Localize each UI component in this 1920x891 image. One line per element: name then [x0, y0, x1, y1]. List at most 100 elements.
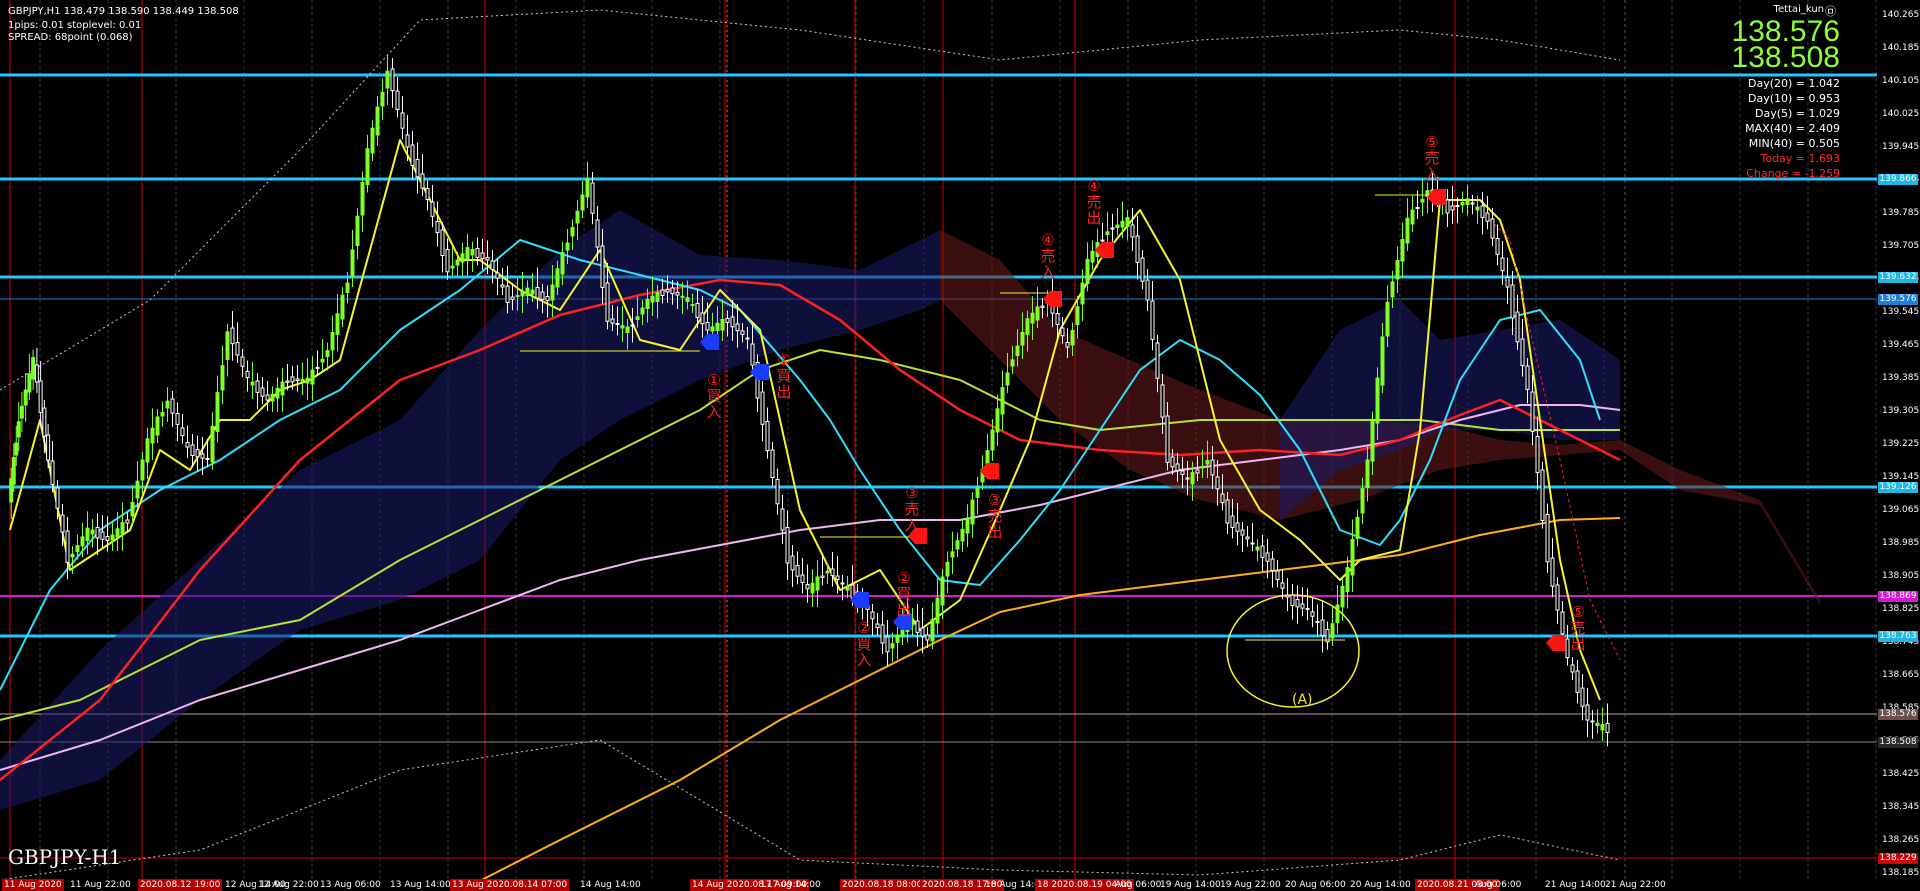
- time-tick: 11 Aug 22:00: [70, 880, 131, 890]
- price-tick: 140.265: [1882, 10, 1920, 20]
- time-tick: Aug 06:00: [1475, 880, 1522, 890]
- candle-body: [1015, 345, 1020, 357]
- candle-body: [370, 127, 375, 154]
- candle-body: [765, 421, 770, 452]
- candle-body: [650, 295, 655, 303]
- candle-body: [1505, 277, 1510, 288]
- candle-body: [1380, 336, 1385, 386]
- price-level-tag: 138.763: [1878, 631, 1918, 642]
- candle-body: [1350, 539, 1355, 576]
- candle-body: [455, 259, 460, 266]
- candle-body: [1355, 516, 1360, 540]
- candle-body: [95, 527, 100, 539]
- trade-marker-label: ④売出: [1086, 177, 1102, 227]
- candle-body: [1150, 300, 1155, 340]
- candle-body: [895, 634, 900, 643]
- stat-line: MIN(40) = 0.505: [1748, 137, 1840, 150]
- candle-body: [400, 112, 405, 129]
- price-tick: 138.345: [1882, 802, 1920, 812]
- chart-canvas[interactable]: [0, 0, 1877, 879]
- candle-body: [1385, 301, 1390, 337]
- candle-body: [720, 319, 725, 331]
- candle-body: [300, 378, 305, 382]
- trade-marker-label: ②買入: [856, 619, 872, 669]
- candle-body: [1500, 257, 1505, 272]
- candle-body: [1090, 250, 1095, 263]
- candle-body: [1190, 472, 1195, 485]
- candle-body: [975, 487, 980, 498]
- candle-body: [440, 229, 445, 256]
- candle-body: [190, 444, 195, 456]
- candle-body: [1220, 493, 1225, 504]
- price-tick: 139.705: [1882, 241, 1920, 251]
- price-tick: 138.265: [1882, 835, 1920, 845]
- candle-body: [265, 394, 270, 401]
- candle-body: [1600, 724, 1605, 731]
- candle-body: [1450, 205, 1455, 211]
- time-tick: 19 Aug 14:00: [1160, 880, 1221, 890]
- candle-body: [31, 357, 36, 380]
- time-tick: 17 Aug 14:00: [760, 880, 821, 890]
- candle-body: [1405, 217, 1410, 244]
- candle-body: [1230, 515, 1235, 528]
- stat-line: Today = 1.693: [1760, 152, 1840, 165]
- candle-body: [740, 330, 745, 335]
- candle-body: [1240, 529, 1245, 536]
- candle-body: [830, 568, 835, 577]
- candle-body: [435, 221, 440, 234]
- candle-body: [1040, 305, 1045, 308]
- candle-body: [11, 457, 16, 485]
- candle-body: [145, 438, 150, 463]
- candle-body: [1000, 387, 1005, 415]
- candle-body: [65, 530, 70, 563]
- candle-body: [660, 289, 665, 296]
- candle-body: [1555, 584, 1560, 611]
- candle-body: [1485, 212, 1490, 222]
- candle-body: [495, 272, 500, 279]
- candle-body: [1160, 384, 1165, 418]
- price-tick: 138.905: [1882, 571, 1920, 581]
- candle-body: [915, 620, 920, 633]
- candle-body: [420, 173, 425, 189]
- author-name: Tettai_kun: [1773, 4, 1824, 15]
- candle-body: [520, 291, 525, 297]
- candle-body: [1110, 227, 1115, 230]
- candle-body: [1320, 619, 1325, 636]
- candle-body: [1115, 224, 1120, 228]
- candle-body: [795, 565, 800, 577]
- candle-body: [235, 342, 240, 356]
- candle-body: [345, 282, 350, 293]
- candle-body: [140, 459, 145, 481]
- candle-body: [750, 343, 755, 366]
- trade-marker-sell: [1427, 189, 1446, 205]
- candle-body: [280, 381, 285, 396]
- time-axis[interactable]: 11 Aug 2020 11 Aug 22:00 2020.08.12 19:00 1…: [0, 879, 1920, 891]
- candle-body: [1570, 664, 1575, 673]
- candle-body: [260, 387, 265, 397]
- candle-body: [335, 313, 340, 335]
- candle-body: [180, 427, 185, 437]
- candle-body: [1390, 281, 1395, 298]
- candle-body: [945, 561, 950, 577]
- candle-body: [305, 377, 310, 384]
- price-tick: 139.225: [1882, 439, 1920, 449]
- candle-body: [500, 284, 505, 288]
- price-chart[interactable]: [0, 0, 1877, 879]
- candle-body: [1125, 217, 1130, 228]
- candle-body: [845, 586, 850, 591]
- candle-body: [1215, 476, 1220, 490]
- candle-body: [255, 380, 260, 393]
- candle-body: [1250, 542, 1255, 545]
- candle-body: [545, 296, 550, 302]
- candle-body: [210, 425, 215, 463]
- candle-body: [585, 178, 590, 198]
- candle-body: [955, 540, 960, 550]
- candle-body: [75, 545, 80, 552]
- price-tick: 139.145: [1882, 472, 1920, 482]
- candle-body: [745, 337, 750, 340]
- candle-body: [615, 323, 620, 325]
- candle-body: [425, 188, 430, 200]
- price-axis[interactable]: 140.265 140.185 140.105 140.025 139.945 139.8…: [1878, 0, 1920, 879]
- candle-body: [735, 323, 740, 332]
- candle-body: [315, 367, 320, 369]
